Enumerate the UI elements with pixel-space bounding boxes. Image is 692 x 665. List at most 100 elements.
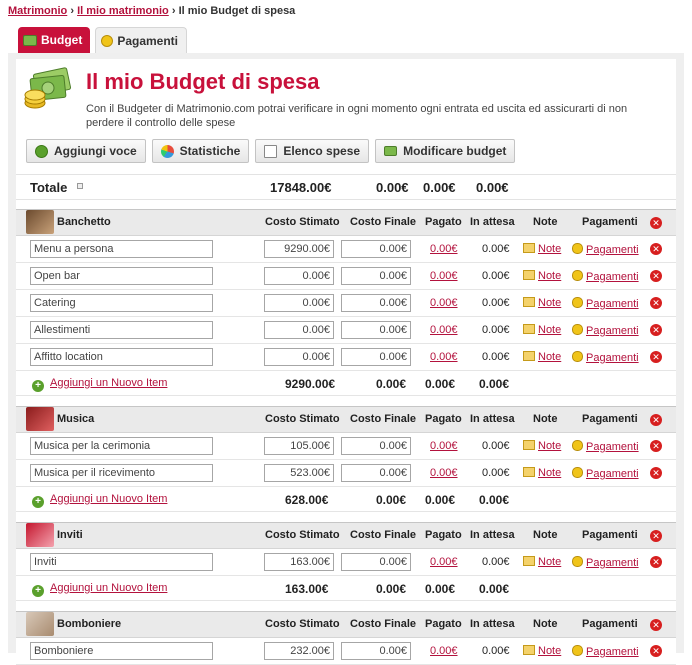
expense-list-button[interactable]: Elenco spese [255,139,370,163]
final-cost-input[interactable] [341,240,411,258]
final-cost-input[interactable] [341,294,411,312]
col-final: Costo Finale [350,529,417,541]
payments-link[interactable]: Pagamenti [586,557,639,569]
estimated-cost-input[interactable] [264,464,334,482]
statistics-button[interactable]: Statistiche [151,139,250,163]
payments-link[interactable]: Pagamenti [586,352,639,364]
note-link[interactable]: Note [538,467,561,479]
col-estimated: Costo Stimato [265,529,340,541]
paid-link[interactable]: 0.00€ [430,270,458,282]
item-name-input[interactable] [30,240,213,258]
item-name-input[interactable] [30,553,213,571]
paid-link[interactable]: 0.00€ [430,324,458,336]
payments-link[interactable]: Pagamenti [586,646,639,658]
note-link[interactable]: Note [538,297,561,309]
final-cost-input[interactable] [341,437,411,455]
paid-link[interactable]: 0.00€ [430,645,458,657]
section-name: Inviti [57,529,83,541]
tab-pagamenti[interactable]: Pagamenti [95,27,188,53]
tab-budget[interactable]: Budget [18,27,91,53]
final-cost-input[interactable] [341,464,411,482]
paid-link[interactable]: 0.00€ [430,351,458,363]
item-name-input[interactable] [30,321,213,339]
estimated-cost-input[interactable] [264,642,334,660]
delete-row-icon[interactable]: ✕ [650,324,662,336]
delete-row-icon[interactable]: ✕ [650,440,662,452]
payments-link[interactable]: Pagamenti [586,468,639,480]
final-cost-input[interactable] [341,348,411,366]
item-name-input[interactable] [30,437,213,455]
item-name-input[interactable] [30,348,213,366]
delete-row-icon[interactable]: ✕ [650,243,662,255]
payments-link[interactable]: Pagamenti [586,298,639,310]
paid-link[interactable]: 0.00€ [430,297,458,309]
budget-section: Musica Costo Stimato Costo Finale Pagato In … [16,406,676,512]
delete-section-icon[interactable]: ✕ [650,414,662,426]
delete-row-icon[interactable]: ✕ [650,645,662,657]
delete-section-icon[interactable]: ✕ [650,619,662,631]
payments-cell: Pagamenti [572,440,639,453]
final-cost-input[interactable] [341,321,411,339]
paid-link[interactable]: 0.00€ [430,243,458,255]
note-link[interactable]: Note [538,324,561,336]
estimated-cost-input[interactable] [264,294,334,312]
note-link[interactable]: Note [538,645,561,657]
add-new-item-link[interactable]: Aggiungi un Nuovo Item [50,377,167,389]
item-name-input[interactable] [30,464,213,482]
section-final-total: 0.00€ [376,377,407,391]
paid-link[interactable]: 0.00€ [430,467,458,479]
pending-value: 0.00€ [482,467,510,479]
payments-link[interactable]: Pagamenti [586,271,639,283]
budget-content: Il mio Budget di spesa Con il Budgeter d… [16,59,676,665]
note-link[interactable]: Note [538,243,561,255]
col-estimated: Costo Stimato [265,216,340,228]
delete-row-icon[interactable]: ✕ [650,467,662,479]
item-name-input[interactable] [30,642,213,660]
paid-link[interactable]: 0.00€ [430,440,458,452]
add-item-button[interactable]: Aggiungi voce [26,139,146,163]
estimated-cost-input[interactable] [264,267,334,285]
col-note: Note [533,216,558,228]
item-name-input[interactable] [30,294,213,312]
item-name-input[interactable] [30,267,213,285]
section-thumbnail [26,210,54,234]
estimated-cost-input[interactable] [264,437,334,455]
delete-section-icon[interactable]: ✕ [650,217,662,229]
delete-row-icon[interactable]: ✕ [650,297,662,309]
breadcrumb-link-matrimonio[interactable]: Matrimonio [8,5,67,17]
modify-budget-button[interactable]: Modificare budget [375,139,516,163]
info-icon[interactable] [77,183,83,189]
col-note: Note [533,529,558,541]
payments-link[interactable]: Pagamenti [586,325,639,337]
payments-link[interactable]: Pagamenti [586,244,639,256]
note-link[interactable]: Note [538,351,561,363]
col-estimated: Costo Stimato [265,413,340,425]
add-item-label: Aggiungi voce [54,144,137,158]
delete-row-icon[interactable]: ✕ [650,270,662,282]
note-link[interactable]: Note [538,440,561,452]
estimated-cost-input[interactable] [264,348,334,366]
breadcrumb-separator: › [171,5,176,17]
section-pending-total: 0.00€ [479,377,510,391]
estimated-cost-input[interactable] [264,553,334,571]
delete-row-icon[interactable]: ✕ [650,351,662,363]
paid-link[interactable]: 0.00€ [430,556,458,568]
note-link[interactable]: Note [538,270,561,282]
estimated-cost-input[interactable] [264,240,334,258]
section-summary-row: + Aggiungi un Nuovo Item 163.00€ 0.00€ 0.00€… [16,576,676,601]
final-cost-input[interactable] [341,642,411,660]
note-link[interactable]: Note [538,556,561,568]
breadcrumb-link-il-mio-matrimonio[interactable]: Il mio matrimonio [77,5,169,17]
final-cost-input[interactable] [341,267,411,285]
pending-value: 0.00€ [482,645,510,657]
add-new-item-link[interactable]: Aggiungi un Nuovo Item [50,493,167,505]
add-new-item-link[interactable]: Aggiungi un Nuovo Item [50,582,167,594]
section-header: Inviti Costo Stimato Costo Finale Pagato In … [16,522,676,549]
final-cost-input[interactable] [341,553,411,571]
table-row: 0.00€ 0.00€ Note Pagamenti ✕ [16,344,676,371]
delete-row-icon[interactable]: ✕ [650,556,662,568]
plus-icon: + [32,496,44,508]
payments-link[interactable]: Pagamenti [586,441,639,453]
estimated-cost-input[interactable] [264,321,334,339]
delete-section-icon[interactable]: ✕ [650,530,662,542]
